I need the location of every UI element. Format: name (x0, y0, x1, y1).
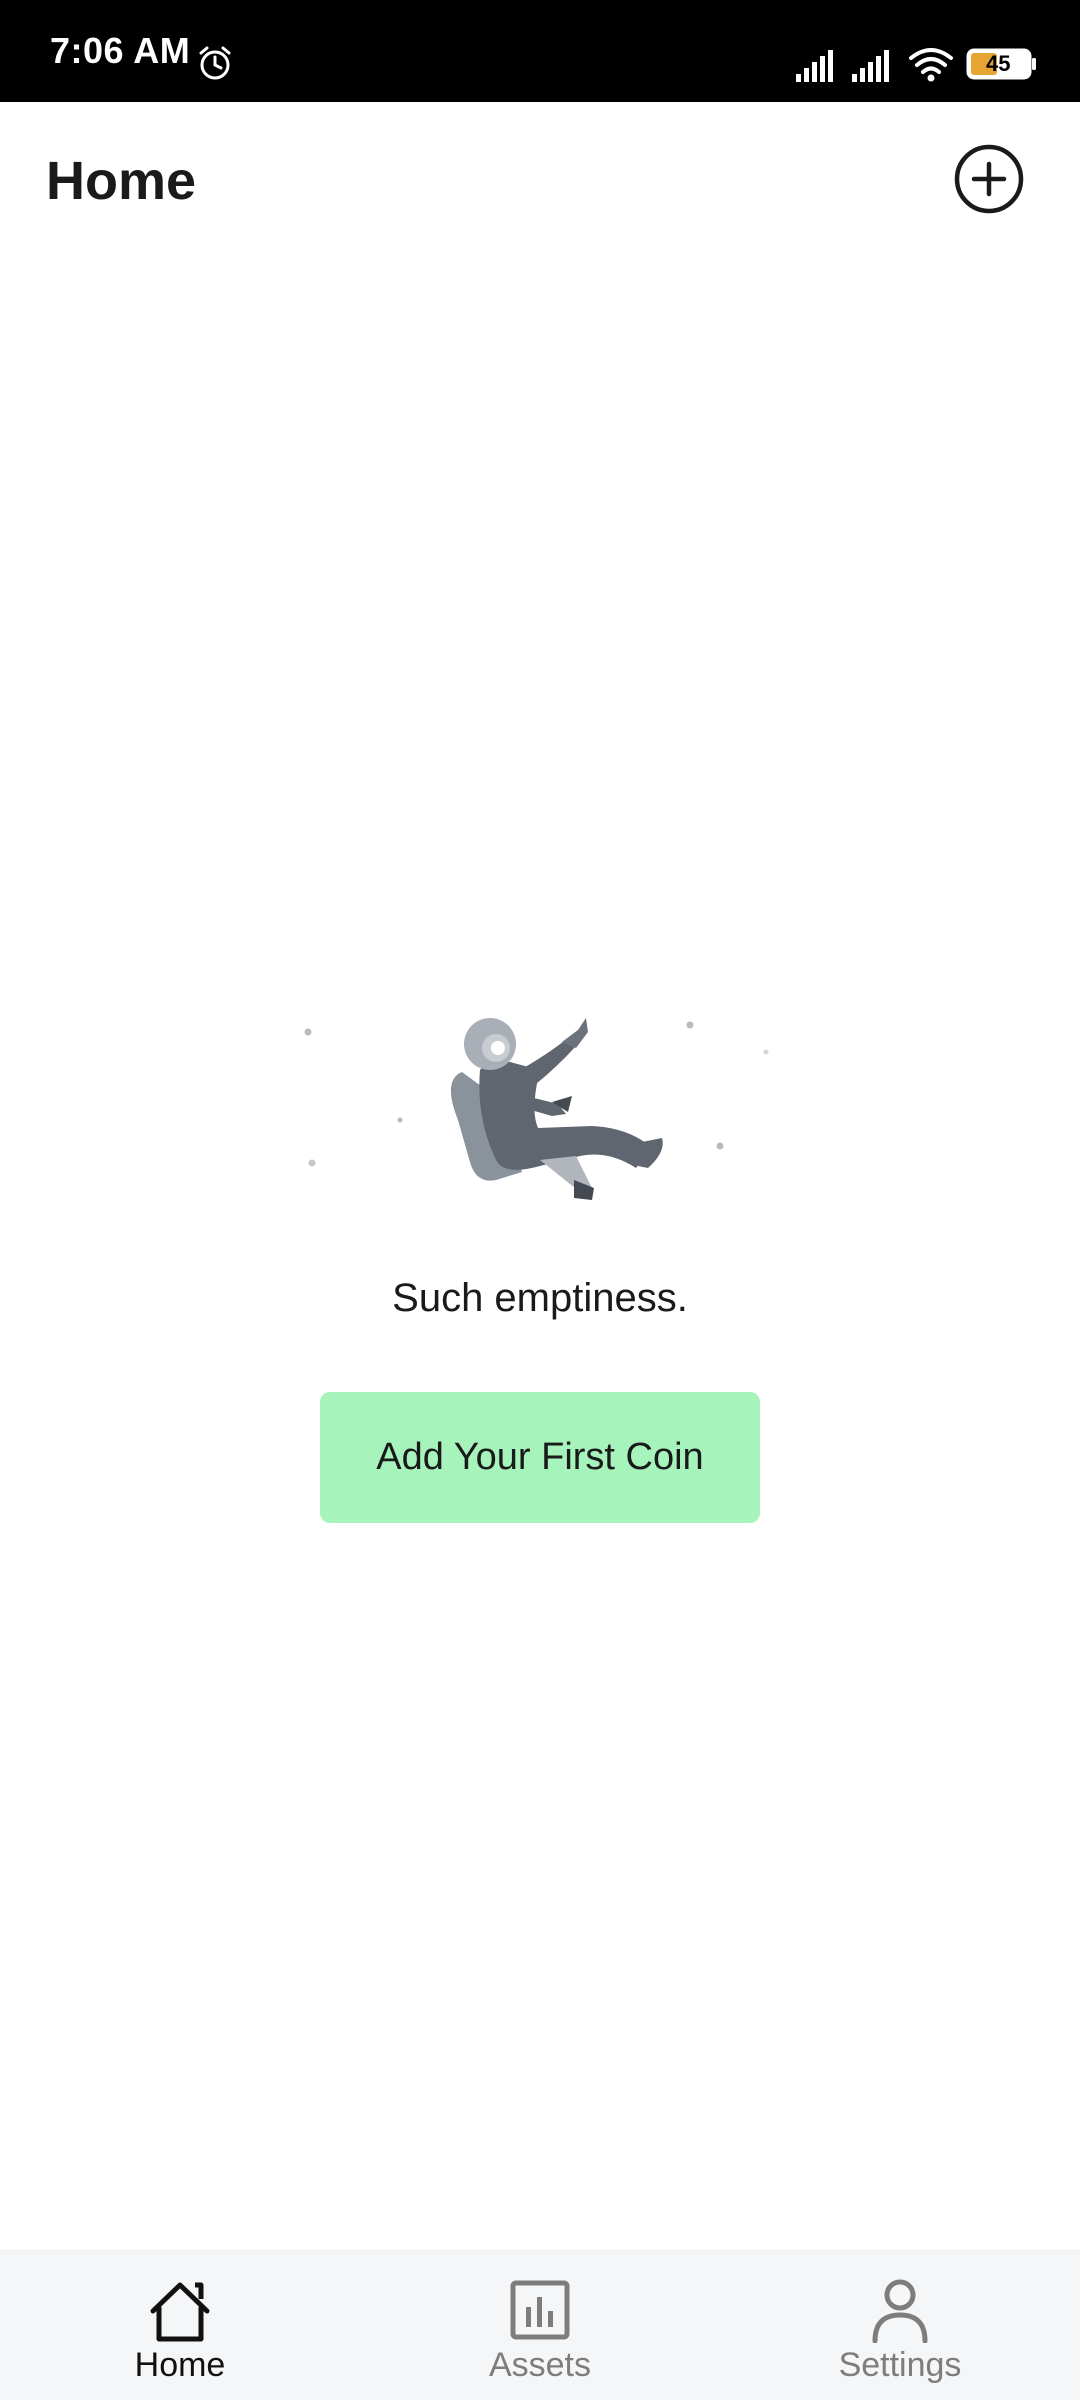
battery-level: 45 (986, 51, 1011, 76)
person-icon (872, 2279, 928, 2343)
status-time: 7:06 AM (50, 30, 191, 71)
nav-item-settings[interactable]: Settings (800, 2251, 1000, 2400)
astronaut-illustration (304, 1018, 769, 1200)
plus-circle-icon[interactable] (954, 144, 1024, 214)
battery-icon: 45 (966, 48, 1038, 80)
home-icon (150, 2282, 210, 2342)
nav-item-home[interactable]: Home (80, 2251, 280, 2400)
add-first-coin-button[interactable]: Add Your First Coin (320, 1392, 760, 1523)
bar-chart-icon (510, 2280, 570, 2340)
empty-state-message: Such emptiness. (392, 1276, 688, 1320)
nav-item-assets[interactable]: Assets (440, 2251, 640, 2400)
wifi-icon (909, 48, 953, 82)
page-title: Home (46, 151, 197, 211)
bottom-nav: Home Assets Settings (0, 2250, 1080, 2400)
add-first-coin-label: Add Your First Coin (376, 1436, 704, 1478)
alarm-icon (199, 46, 231, 80)
nav-label-settings: Settings (838, 2346, 962, 2384)
signal-icon (796, 50, 833, 82)
status-bar: 7:06 AM 45 (0, 0, 1080, 102)
nav-label-home: Home (134, 2346, 226, 2384)
nav-label-assets: Assets (488, 2346, 592, 2384)
signal-icon (852, 50, 889, 82)
screen: 7:06 AM 45 Home Such emptiness. Add Your… (0, 0, 1080, 2400)
